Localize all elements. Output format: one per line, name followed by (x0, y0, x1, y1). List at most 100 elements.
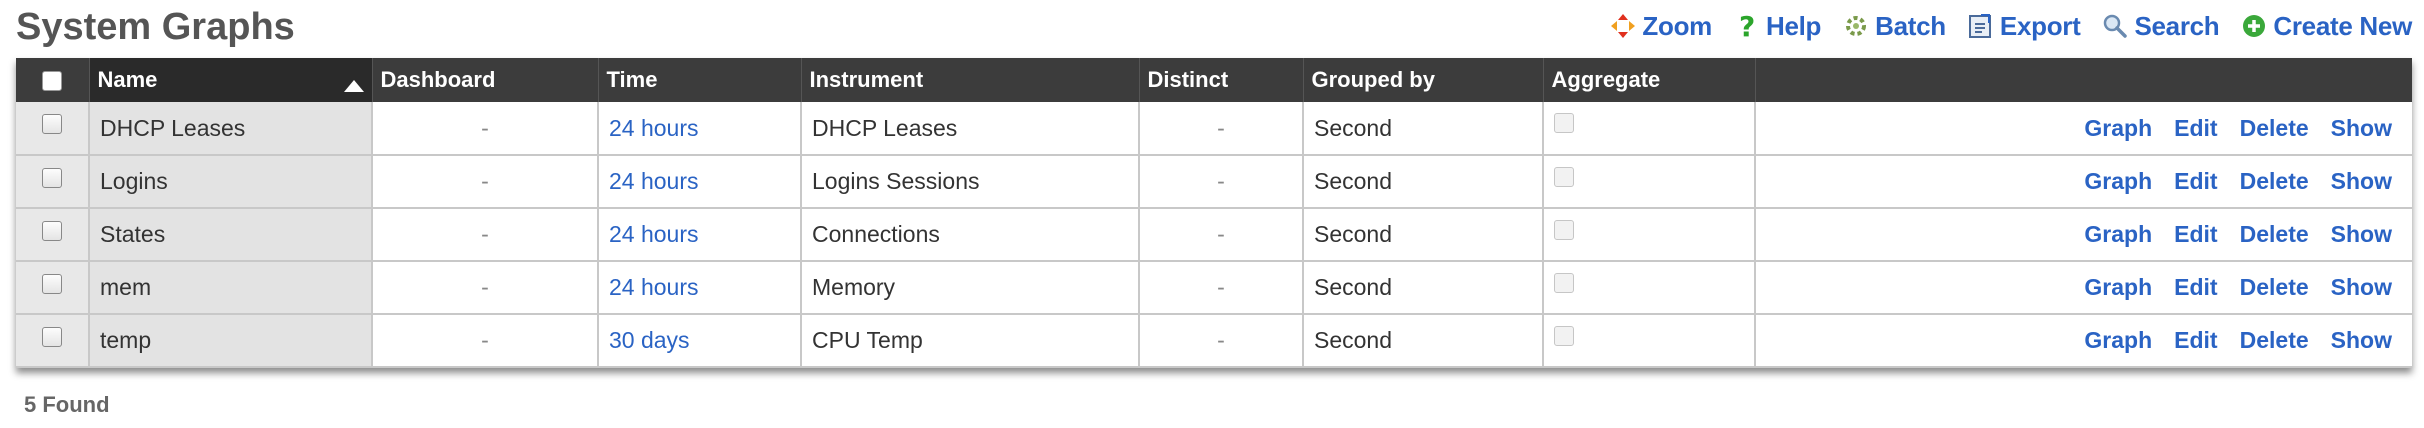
search-label: Search (2134, 10, 2220, 41)
export-label: Export (1999, 10, 2081, 41)
row-select-checkbox[interactable] (42, 114, 62, 134)
graph-link[interactable]: Graph (2084, 115, 2152, 141)
row-select-checkbox[interactable] (42, 221, 62, 241)
row-time-cell: 30 days (598, 314, 802, 368)
row-name: mem (89, 261, 373, 315)
graph-link[interactable]: Graph (2084, 274, 2152, 300)
row-select-checkbox[interactable] (42, 327, 62, 347)
graph-link[interactable]: Graph (2084, 168, 2152, 194)
row-actions: Graph Edit Delete Show (1755, 155, 2412, 209)
row-name: States (89, 208, 373, 262)
graphs-table: Name Dashboard Time Instrument Distinct … (16, 58, 2412, 368)
results-count: 5 Found (24, 392, 110, 417)
edit-link[interactable]: Edit (2174, 327, 2217, 353)
column-header-time[interactable]: Time (598, 58, 802, 102)
create-new-button[interactable]: Create New (2239, 11, 2412, 42)
row-aggregate-checkbox (1554, 273, 1574, 293)
column-header-instrument[interactable]: Instrument (801, 58, 1140, 102)
row-distinct: - (1139, 102, 1304, 156)
row-grouped-by: Second (1303, 102, 1544, 156)
row-time-cell: 24 hours (598, 208, 802, 262)
show-link[interactable]: Show (2331, 221, 2392, 247)
row-time-link[interactable]: 24 hours (609, 221, 699, 247)
table-row: Logins - 24 hours Logins Sessions - Seco… (16, 155, 2412, 209)
row-actions: Graph Edit Delete Show (1755, 314, 2412, 368)
batch-button[interactable]: Batch (1841, 11, 1946, 42)
show-link[interactable]: Show (2331, 115, 2392, 141)
svg-text:?: ? (1739, 12, 1755, 40)
row-distinct: - (1139, 208, 1304, 262)
export-button[interactable]: Export (1966, 11, 2081, 42)
row-select-cell (16, 208, 90, 262)
row-select-cell (16, 155, 90, 209)
delete-link[interactable]: Delete (2240, 327, 2309, 353)
export-icon (1966, 11, 1996, 41)
zoom-button[interactable]: Zoom (1608, 11, 1712, 42)
row-actions: Graph Edit Delete Show (1755, 261, 2412, 315)
row-time-cell: 24 hours (598, 155, 802, 209)
row-time-link[interactable]: 24 hours (609, 168, 699, 194)
row-aggregate-cell (1543, 155, 1756, 209)
row-aggregate-cell (1543, 314, 1756, 368)
row-aggregate-checkbox (1554, 220, 1574, 240)
row-time-link[interactable]: 24 hours (609, 115, 699, 141)
row-aggregate-checkbox (1554, 167, 1574, 187)
row-distinct: - (1139, 155, 1304, 209)
table-row: DHCP Leases - 24 hours DHCP Leases - Sec… (16, 102, 2412, 156)
batch-icon (1841, 11, 1871, 41)
row-name: temp (89, 314, 373, 368)
row-aggregate-cell (1543, 208, 1756, 262)
row-name: DHCP Leases (89, 102, 373, 156)
search-icon (2100, 11, 2130, 41)
edit-link[interactable]: Edit (2174, 274, 2217, 300)
table-row: mem - 24 hours Memory - Second Graph Edit… (16, 261, 2412, 315)
select-all-checkbox[interactable] (42, 71, 63, 92)
row-select-cell (16, 314, 90, 368)
row-grouped-by: Second (1303, 208, 1544, 262)
column-header-dashboard[interactable]: Dashboard (372, 58, 599, 102)
show-link[interactable]: Show (2331, 327, 2392, 353)
delete-link[interactable]: Delete (2240, 168, 2309, 194)
zoom-label: Zoom (1642, 10, 1712, 41)
create-new-icon (2239, 11, 2269, 41)
row-select-cell (16, 102, 90, 156)
table-header-row: Name Dashboard Time Instrument Distinct … (16, 58, 2412, 102)
row-aggregate-cell (1543, 102, 1756, 156)
row-dashboard: - (372, 208, 599, 262)
row-actions: Graph Edit Delete Show (1755, 208, 2412, 262)
column-header-grouped-by[interactable]: Grouped by (1303, 58, 1544, 102)
help-button[interactable]: ? Help (1732, 11, 1821, 42)
show-link[interactable]: Show (2331, 274, 2392, 300)
row-dashboard: - (372, 314, 599, 368)
row-grouped-by: Second (1303, 155, 1544, 209)
row-time-cell: 24 hours (598, 261, 802, 315)
row-select-checkbox[interactable] (42, 168, 62, 188)
edit-link[interactable]: Edit (2174, 168, 2217, 194)
help-icon: ? (1732, 11, 1762, 41)
column-header-name[interactable]: Name (89, 58, 373, 102)
edit-link[interactable]: Edit (2174, 221, 2217, 247)
graph-link[interactable]: Graph (2084, 221, 2152, 247)
delete-link[interactable]: Delete (2240, 274, 2309, 300)
search-button[interactable]: Search (2100, 10, 2220, 42)
column-header-distinct[interactable]: Distinct (1139, 58, 1304, 102)
row-time-link[interactable]: 30 days (609, 327, 690, 353)
delete-link[interactable]: Delete (2240, 115, 2309, 141)
create-new-label: Create New (2273, 10, 2412, 41)
row-time-link[interactable]: 24 hours (609, 274, 699, 300)
graph-link[interactable]: Graph (2084, 327, 2152, 353)
row-aggregate-cell (1543, 261, 1756, 315)
toolbar: Zoom ? Help Batch Export Search Create N… (1588, 8, 2412, 44)
edit-link[interactable]: Edit (2174, 115, 2217, 141)
row-grouped-by: Second (1303, 314, 1544, 368)
column-header-aggregate[interactable]: Aggregate (1543, 58, 1756, 102)
row-select-checkbox[interactable] (42, 274, 62, 294)
row-actions: Graph Edit Delete Show (1755, 102, 2412, 156)
show-link[interactable]: Show (2331, 168, 2392, 194)
row-instrument: Memory (801, 261, 1140, 315)
column-header-name-label: Name (97, 67, 158, 92)
delete-link[interactable]: Delete (2240, 221, 2309, 247)
batch-label: Batch (1875, 10, 1946, 41)
page-title: System Graphs (16, 6, 295, 48)
row-name: Logins (89, 155, 373, 209)
